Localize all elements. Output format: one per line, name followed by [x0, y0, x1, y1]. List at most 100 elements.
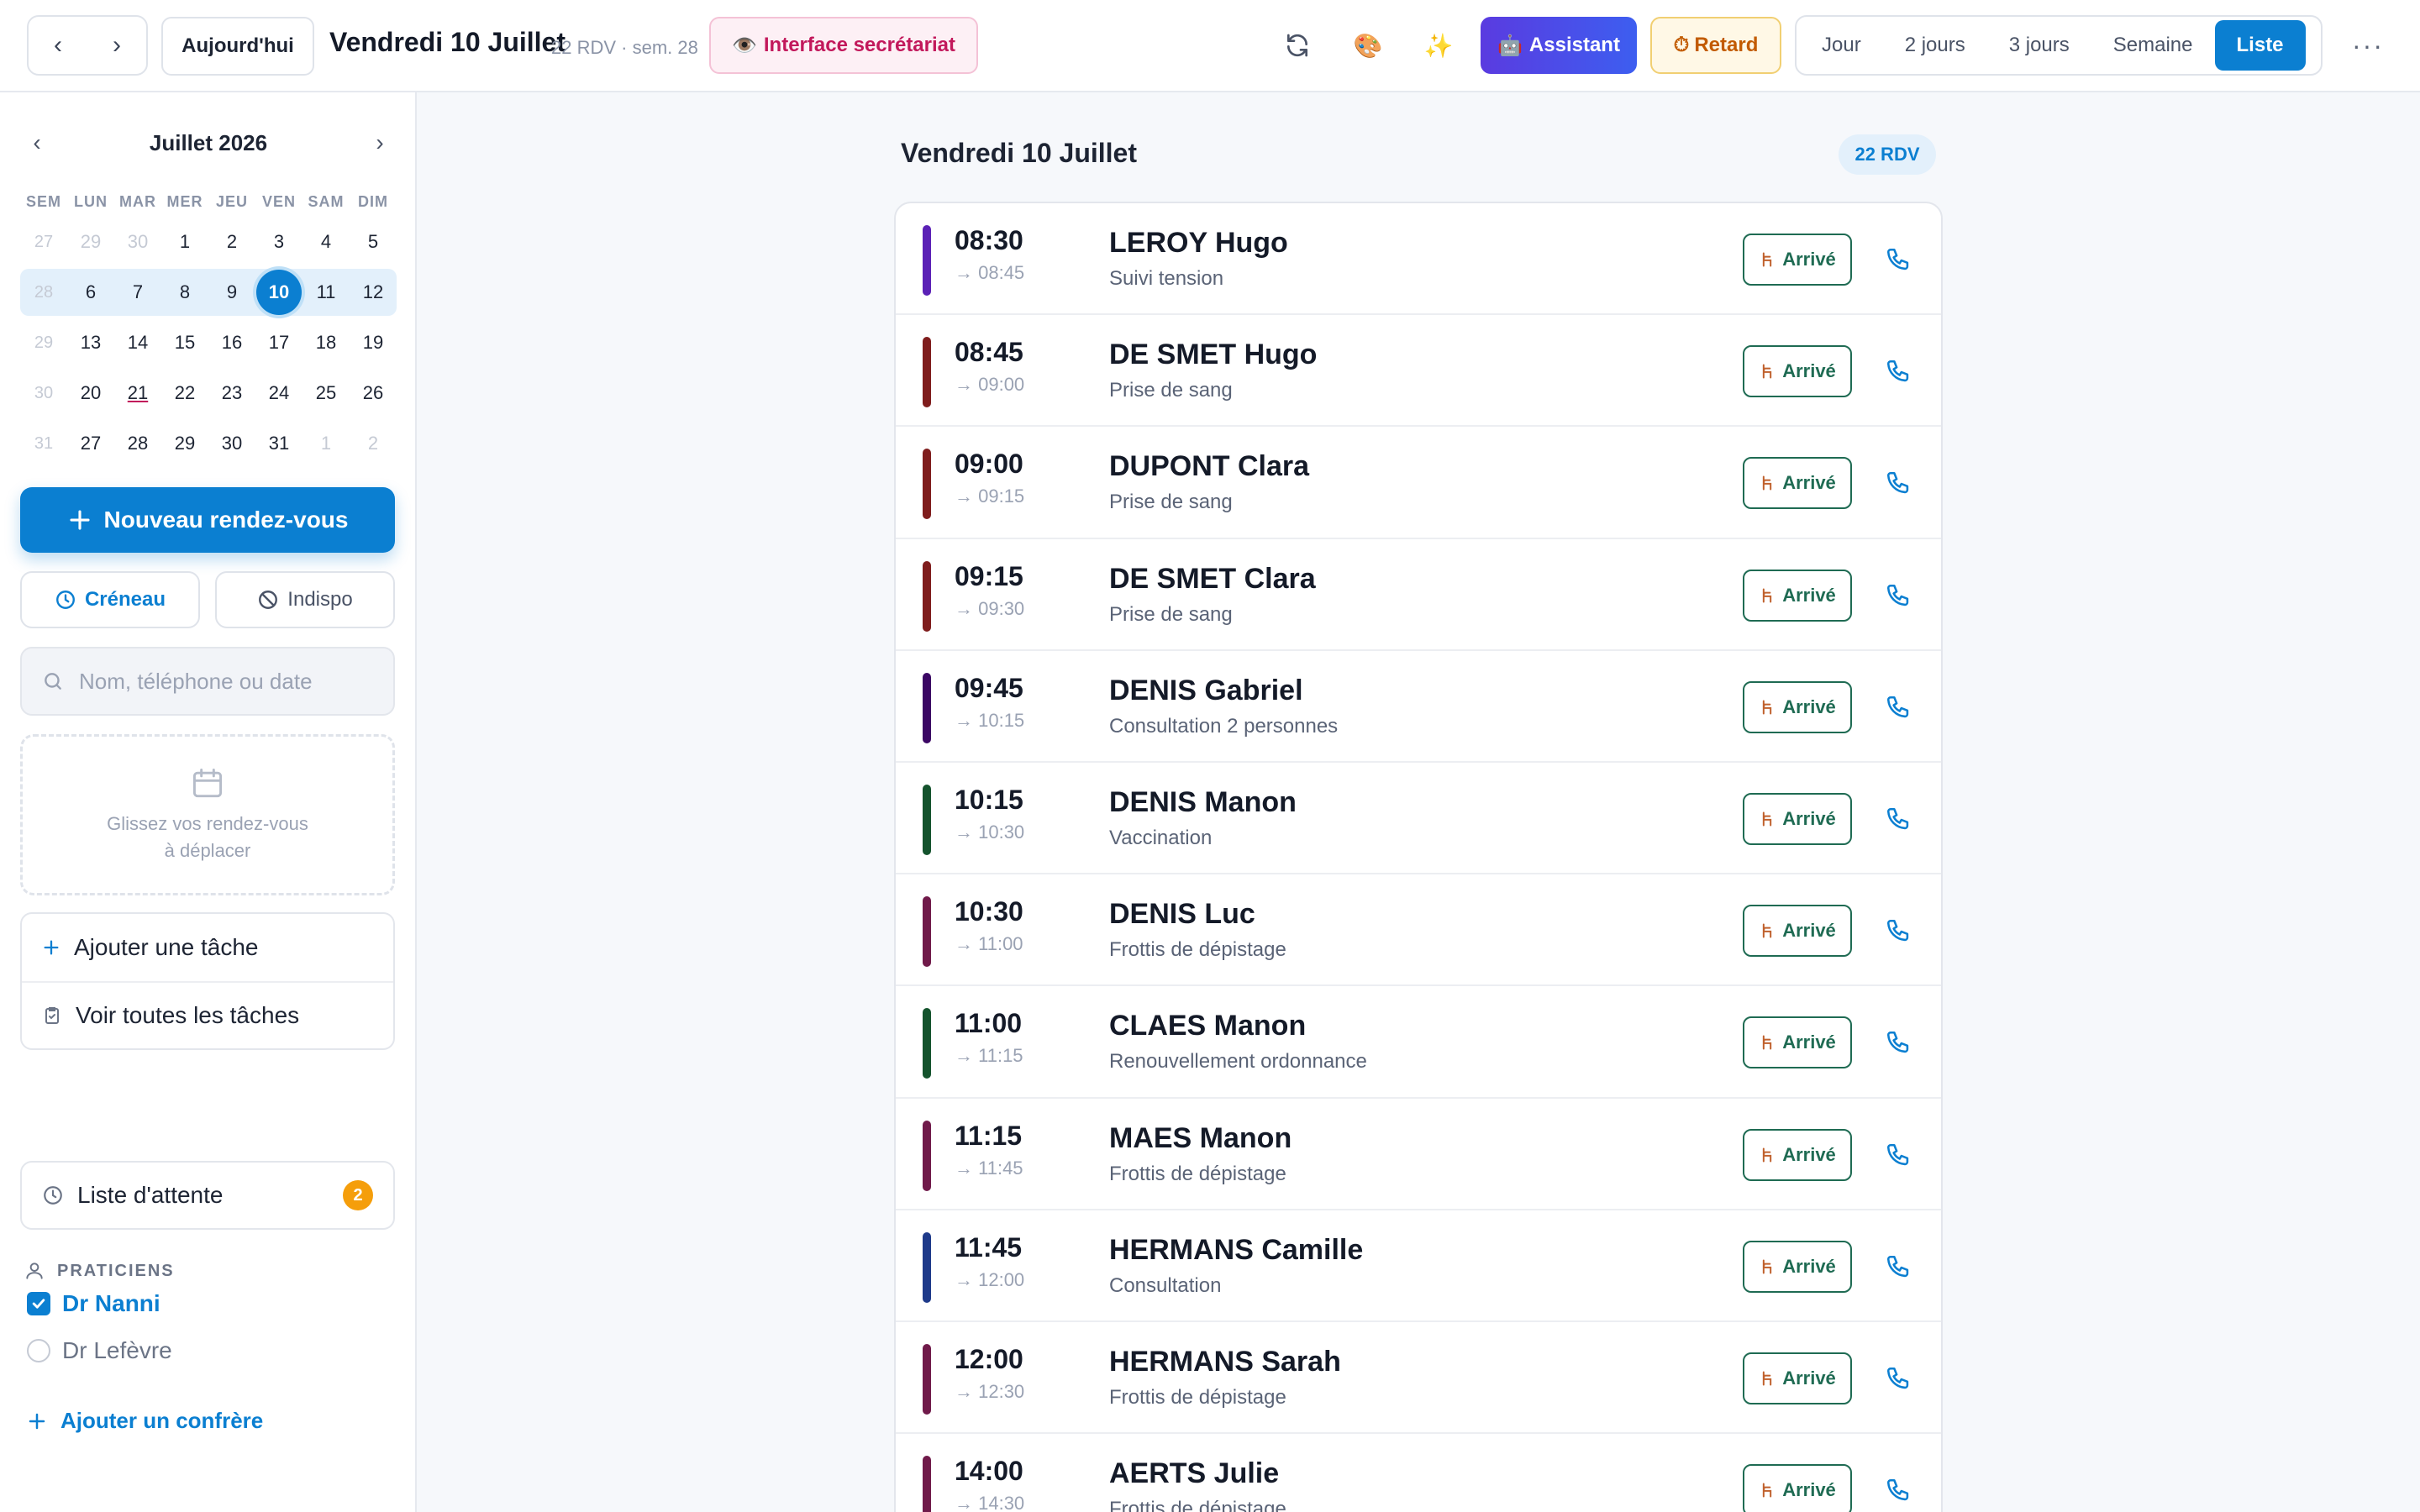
calendar-day[interactable]: 18	[302, 319, 350, 366]
calendar-day[interactable]: 26	[350, 370, 397, 417]
theme-button[interactable]: 🎨	[1346, 24, 1390, 67]
call-button[interactable]	[1879, 1359, 1919, 1399]
appointment-row[interactable]: 08:45 → 09:00 DE SMET Hugo Prise de sang Arr…	[896, 315, 1941, 428]
calendar-day[interactable]: 20	[67, 370, 114, 417]
previous-day-button[interactable]: ‹	[29, 17, 87, 74]
calendar-day[interactable]: 25	[302, 370, 350, 417]
call-button[interactable]	[1879, 911, 1919, 952]
calendar-day[interactable]: 27	[67, 420, 114, 467]
mark-arrived-button[interactable]: Arrivé	[1743, 1016, 1852, 1069]
appointment-row[interactable]: 11:00 → 11:15 CLAES Manon Renouvellement or…	[896, 986, 1941, 1099]
week-number[interactable]: 30	[20, 370, 67, 417]
view-list[interactable]: Liste	[2214, 20, 2306, 71]
appointment-row[interactable]: 09:00 → 09:15 DUPONT Clara Prise de sang Arr…	[896, 427, 1941, 539]
patient-name[interactable]: DUPONT Clara	[1109, 450, 1309, 483]
view-day[interactable]: Jour	[1800, 20, 1883, 71]
assistant-button[interactable]: 🤖 Assistant	[1481, 17, 1637, 74]
view-all-tasks-button[interactable]: Voir toutes les tâches	[22, 981, 393, 1048]
next-day-button[interactable]: ›	[87, 17, 146, 74]
practitioner-dr-nanni[interactable]: Dr Nanni	[27, 1290, 160, 1317]
next-month-button[interactable]: ›	[363, 129, 397, 156]
mark-arrived-button[interactable]: Arrivé	[1743, 792, 1852, 845]
call-button[interactable]	[1879, 1471, 1919, 1511]
appointment-row[interactable]: 14:00 → 14:30 AERTS Julie Frottis de dépist…	[896, 1434, 1941, 1512]
mark-arrived-button[interactable]: Arrivé	[1743, 234, 1852, 286]
calendar-day[interactable]: 1	[161, 218, 208, 265]
mark-arrived-button[interactable]: Arrivé	[1743, 1240, 1852, 1293]
calendar-day[interactable]: 30	[114, 218, 161, 265]
calendar-day[interactable]: 8	[161, 269, 208, 316]
view-2-days[interactable]: 2 jours	[1883, 20, 1987, 71]
patient-name[interactable]: AERTS Julie	[1109, 1457, 1279, 1490]
today-button[interactable]: Aujourd'hui	[161, 17, 314, 76]
waitlist-button[interactable]: Liste d'attente 2	[20, 1161, 395, 1230]
call-button[interactable]	[1879, 1023, 1919, 1063]
call-button[interactable]	[1879, 352, 1919, 392]
patient-name[interactable]: HERMANS Camille	[1109, 1234, 1363, 1267]
mark-arrived-button[interactable]: Arrivé	[1743, 1352, 1852, 1404]
add-colleague-button[interactable]: Ajouter un confrère	[27, 1408, 263, 1434]
previous-month-button[interactable]: ‹	[20, 129, 54, 156]
patient-name[interactable]: DENIS Luc	[1109, 898, 1255, 931]
mark-arrived-button[interactable]: Arrivé	[1743, 345, 1852, 398]
calendar-day[interactable]: 1	[302, 420, 350, 467]
calendar-day[interactable]: 12	[350, 269, 397, 316]
calendar-day[interactable]: 2	[208, 218, 255, 265]
call-button[interactable]	[1879, 1247, 1919, 1288]
practitioner-dr-lefevre[interactable]: Dr Lefèvre	[27, 1337, 172, 1364]
mark-arrived-button[interactable]: Arrivé	[1743, 905, 1852, 958]
calendar-day[interactable]: 30	[208, 420, 255, 467]
patient-name[interactable]: DENIS Gabriel	[1109, 675, 1303, 707]
search-input[interactable]	[79, 668, 373, 695]
patient-name[interactable]: LEROY Hugo	[1109, 227, 1288, 260]
mark-arrived-button[interactable]: Arrivé	[1743, 457, 1852, 510]
patient-name[interactable]: CLAES Manon	[1109, 1010, 1306, 1042]
appointment-row[interactable]: 09:15 → 09:30 DE SMET Clara Prise de sang Ar…	[896, 539, 1941, 651]
patient-name[interactable]: DENIS Manon	[1109, 786, 1297, 819]
calendar-day[interactable]: 2	[350, 420, 397, 467]
calendar-day[interactable]: 6	[67, 269, 114, 316]
call-button[interactable]	[1879, 240, 1919, 281]
calendar-day[interactable]: 17	[255, 319, 302, 366]
mark-arrived-button[interactable]: Arrivé	[1743, 1464, 1852, 1512]
appointment-row[interactable]: 11:45 → 12:00 HERMANS Camille Consultation A…	[896, 1210, 1941, 1322]
week-number[interactable]: 29	[20, 319, 67, 366]
calendar-day[interactable]: 24	[255, 370, 302, 417]
call-button[interactable]	[1879, 464, 1919, 504]
secretariat-interface-button[interactable]: 👁️ Interface secrétariat	[709, 17, 978, 74]
calendar-day[interactable]: 3	[255, 218, 302, 265]
calendar-day[interactable]: 16	[208, 319, 255, 366]
delay-button[interactable]: ⏱ Retard	[1650, 17, 1781, 74]
slot-button[interactable]: Créneau	[20, 571, 200, 628]
calendar-day[interactable]: 29	[161, 420, 208, 467]
more-options-button[interactable]: ···	[2344, 24, 2391, 67]
week-number[interactable]: 31	[20, 420, 67, 467]
appointment-row[interactable]: 10:15 → 10:30 DENIS Manon Vaccination Arrivé	[896, 763, 1941, 875]
mark-arrived-button[interactable]: Arrivé	[1743, 569, 1852, 622]
calendar-day[interactable]: 28	[114, 420, 161, 467]
calendar-day-selected[interactable]: 10	[255, 269, 302, 316]
appointment-row[interactable]: 12:00 → 12:30 HERMANS Sarah Frottis de dépi…	[896, 1322, 1941, 1435]
call-button[interactable]	[1879, 1136, 1919, 1176]
calendar-day[interactable]: 14	[114, 319, 161, 366]
calendar-day[interactable]: 19	[350, 319, 397, 366]
patient-name[interactable]: MAES Manon	[1109, 1122, 1292, 1155]
calendar-day[interactable]: 31	[255, 420, 302, 467]
calendar-day[interactable]: 7	[114, 269, 161, 316]
patient-name[interactable]: DE SMET Hugo	[1109, 339, 1317, 371]
appointment-row[interactable]: 11:15 → 11:45 MAES Manon Frottis de dépista…	[896, 1099, 1941, 1210]
unavailability-button[interactable]: Indispo	[215, 571, 395, 628]
call-button[interactable]	[1879, 800, 1919, 840]
view-3-days[interactable]: 3 jours	[1987, 20, 2091, 71]
calendar-day[interactable]: 13	[67, 319, 114, 366]
refresh-button[interactable]	[1276, 24, 1319, 67]
week-number[interactable]: 27	[20, 218, 67, 265]
calendar-day[interactable]: 23	[208, 370, 255, 417]
appointment-row[interactable]: 08:30 → 08:45 LEROY Hugo Suivi tension Arriv…	[896, 203, 1941, 316]
calendar-day[interactable]: 9	[208, 269, 255, 316]
calendar-day[interactable]: 15	[161, 319, 208, 366]
calendar-day[interactable]: 11	[302, 269, 350, 316]
calendar-day[interactable]: 4	[302, 218, 350, 265]
magic-button[interactable]: ✨	[1417, 24, 1460, 67]
appointment-row[interactable]: 10:30 → 11:00 DENIS Luc Frottis de dépistag…	[896, 874, 1941, 987]
